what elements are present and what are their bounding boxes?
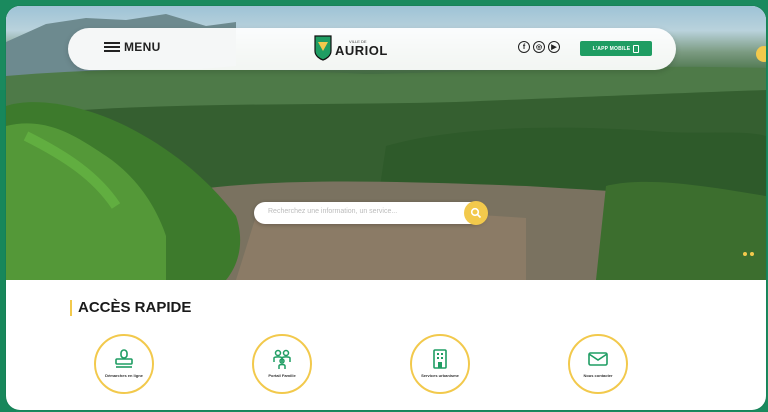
slider-dots	[743, 252, 754, 256]
phone-icon	[633, 44, 640, 53]
quick-item-demarches[interactable]: Démarches en ligne	[94, 334, 154, 394]
hero-banner: MENU VILLE DE AURIOL f ◎ ▶ L'APP MOBILE	[6, 6, 766, 280]
menu-label: MENU	[124, 40, 161, 54]
stamp-icon	[115, 349, 133, 368]
slider-dot[interactable]	[743, 252, 747, 256]
social-links: f ◎ ▶	[518, 41, 560, 53]
auriol-shield-icon	[314, 35, 332, 61]
search-bar: Recherchez une information, un service..…	[254, 201, 488, 225]
mobile-app-button[interactable]: L'APP MOBILE	[580, 41, 652, 56]
quick-item-label: Démarches en ligne	[105, 373, 143, 378]
quick-item-label: Services urbanisme	[421, 373, 459, 378]
quick-item-contact[interactable]: Nous contacter	[568, 334, 628, 394]
browser-frame: MENU VILLE DE AURIOL f ◎ ▶ L'APP MOBILE	[6, 6, 766, 410]
quick-item-urbanisme[interactable]: Services urbanisme	[410, 334, 470, 394]
quick-item-label: Nous contacter	[583, 373, 613, 378]
family-icon	[273, 349, 291, 369]
search-button[interactable]	[464, 201, 488, 225]
quick-item-label: Portail Famille	[268, 373, 296, 378]
instagram-icon[interactable]: ◎	[533, 41, 545, 53]
site-logo[interactable]: VILLE DE AURIOL	[314, 35, 388, 61]
envelope-icon	[588, 352, 608, 366]
hamburger-icon	[104, 41, 120, 53]
logo-title: AURIOL	[335, 42, 388, 58]
slider-dot[interactable]	[750, 252, 754, 256]
facebook-icon[interactable]: f	[518, 41, 530, 53]
search-icon	[470, 207, 482, 219]
menu-button[interactable]: MENU	[104, 40, 161, 54]
building-icon	[433, 349, 447, 369]
mobile-app-label: L'APP MOBILE	[592, 45, 631, 52]
quick-item-famille[interactable]: Portail Famille	[252, 334, 312, 394]
top-navbar: MENU VILLE DE AURIOL f ◎ ▶ L'APP MOBILE	[68, 28, 676, 70]
youtube-icon[interactable]: ▶	[548, 41, 560, 53]
side-yellow-dot[interactable]	[756, 46, 766, 62]
search-input[interactable]: Recherchez une information, un service..…	[268, 208, 397, 215]
quick-access-title: ACCÈS RAPIDE	[70, 300, 191, 316]
